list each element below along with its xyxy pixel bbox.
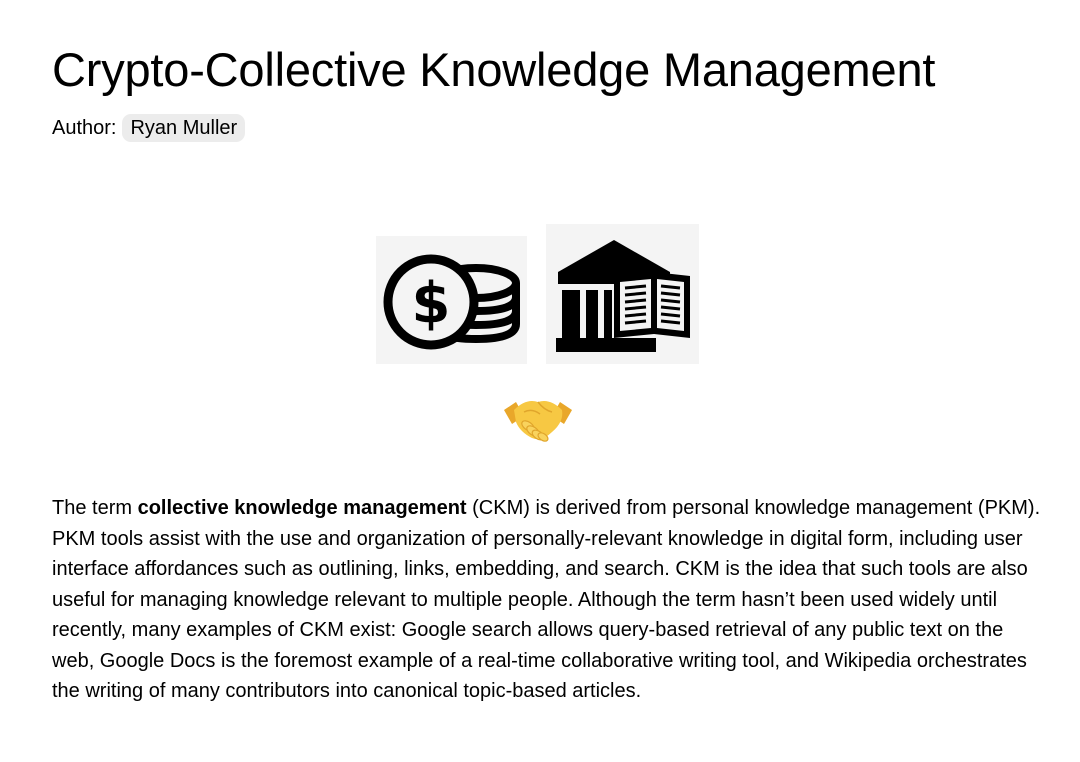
- document: Crypto-Collective Knowledge Management A…: [52, 36, 1042, 143]
- dollar-coins-icon: $: [376, 236, 527, 364]
- author-label: Author:: [52, 117, 117, 139]
- handshake-emoji: [502, 388, 574, 446]
- author-chip[interactable]: Ryan Muller: [122, 114, 246, 142]
- bold-term: collective knowledge management: [137, 497, 467, 519]
- author-row: Author: Ryan Muller: [52, 113, 1042, 143]
- library-book-icon: [546, 224, 699, 364]
- body-intro: The term: [52, 497, 138, 519]
- body-paragraph: The term collective knowledge management…: [52, 493, 1042, 707]
- page-title: Crypto-Collective Knowledge Management: [52, 43, 936, 96]
- body-rest: (CKM) is derived from personal knowledge…: [52, 497, 1041, 702]
- svg-text:$: $: [412, 271, 451, 336]
